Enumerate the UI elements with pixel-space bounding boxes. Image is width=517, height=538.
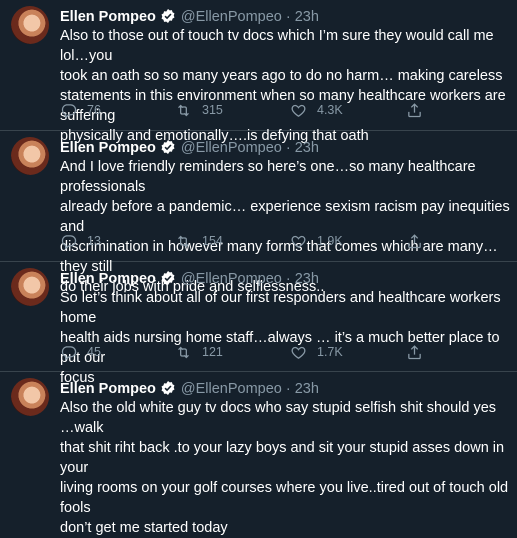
reply-button[interactable]: 45 [60, 342, 101, 362]
author-handle[interactable]: @EllenPompeo [181, 140, 282, 156]
retweet-count: 315 [202, 103, 223, 117]
heart-icon [291, 104, 306, 117]
timestamp[interactable]: 23h [295, 9, 319, 25]
tweet-actions: 13 154 1.9K [60, 231, 470, 251]
avatar[interactable] [11, 378, 49, 416]
tweet-text: Also the old white guy tv docs who say s… [60, 400, 509, 536]
like-button[interactable]: 1.7K [290, 342, 343, 362]
share-icon [408, 344, 421, 359]
separator-dot: · [285, 9, 291, 25]
author-name[interactable]: Ellen Pompeo [60, 381, 156, 397]
author-name[interactable]: Ellen Pompeo [60, 271, 156, 287]
avatar[interactable] [11, 137, 49, 175]
separator-dot: · [285, 140, 291, 156]
author-name[interactable]: Ellen Pompeo [60, 140, 156, 156]
tweet[interactable]: Ellen Pompeo @EllenPompeo · 23h And I love … [0, 131, 517, 295]
reply-icon [61, 103, 77, 118]
separator-dot: · [285, 381, 291, 397]
retweet-icon [178, 104, 189, 116]
avatar[interactable] [11, 6, 49, 44]
reply-count: 76 [87, 103, 101, 117]
share-icon [408, 233, 421, 248]
author-name[interactable]: Ellen Pompeo [60, 9, 156, 25]
author-handle[interactable]: @EllenPompeo [181, 9, 282, 25]
like-button[interactable]: 1.9K [290, 231, 343, 251]
author-handle[interactable]: @EllenPompeo [181, 271, 282, 287]
share-icon [408, 102, 421, 117]
retweet-icon [178, 235, 189, 247]
timestamp[interactable]: 23h [295, 140, 319, 156]
author-handle[interactable]: @EllenPompeo [181, 381, 282, 397]
tweet[interactable]: Ellen Pompeo @EllenPompeo · 23h So let’s th… [0, 262, 517, 386]
share-button[interactable] [406, 231, 433, 251]
like-count: 1.7K [317, 345, 343, 359]
tweet[interactable]: Ellen Pompeo @EllenPompeo · 23h Also the ol… [0, 372, 517, 536]
retweet-button[interactable]: 154 [175, 231, 223, 251]
like-button[interactable]: 4.3K [290, 100, 343, 120]
like-count: 1.9K [317, 234, 343, 248]
retweet-count: 121 [202, 345, 223, 359]
share-button[interactable] [406, 342, 433, 362]
timestamp[interactable]: 23h [295, 271, 319, 287]
reply-icon [61, 234, 77, 249]
separator-dot: · [285, 271, 291, 287]
retweet-count: 154 [202, 234, 223, 248]
reply-count: 45 [87, 345, 101, 359]
heart-icon [291, 346, 306, 359]
heart-icon [291, 235, 306, 248]
tweet-feed: Ellen Pompeo @EllenPompeo · 23h Also to tho… [0, 0, 517, 536]
reply-icon [61, 345, 77, 360]
timestamp[interactable]: 23h [295, 381, 319, 397]
reply-button[interactable]: 13 [60, 231, 101, 251]
like-count: 4.3K [317, 103, 343, 117]
share-button[interactable] [406, 100, 433, 120]
tweet-actions: 45 121 1.7K [60, 342, 470, 362]
reply-count: 13 [87, 234, 101, 248]
tweet-actions: 76 315 4.3K [60, 100, 470, 120]
retweet-button[interactable]: 315 [175, 100, 223, 120]
retweet-button[interactable]: 121 [175, 342, 223, 362]
tweet-text: Also to those out of touch tv docs which… [60, 28, 506, 144]
retweet-icon [178, 346, 189, 358]
reply-button[interactable]: 76 [60, 100, 101, 120]
avatar[interactable] [11, 268, 49, 306]
tweet[interactable]: Ellen Pompeo @EllenPompeo · 23h Also to tho… [0, 0, 517, 144]
